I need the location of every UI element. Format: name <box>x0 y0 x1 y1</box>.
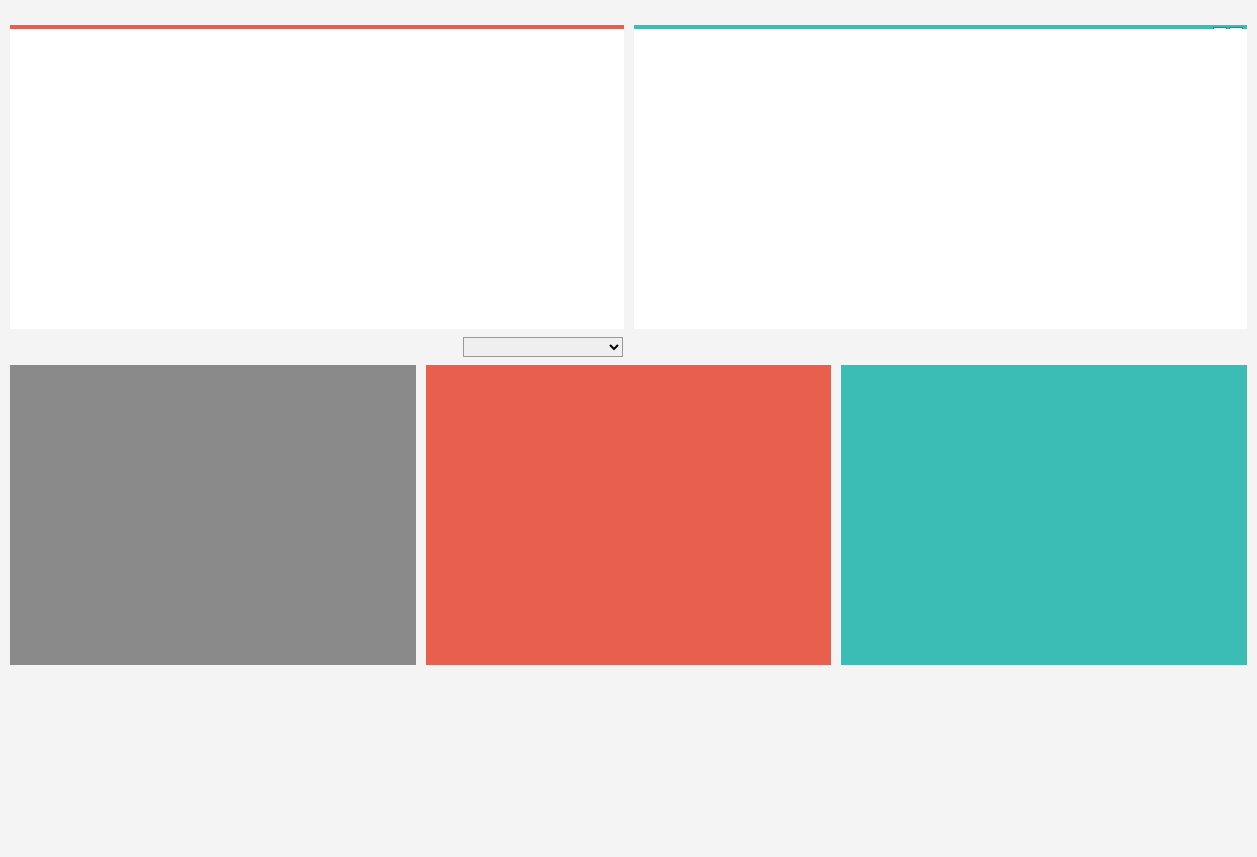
rev-emp-salary-chart[interactable] <box>10 365 416 665</box>
rev-by-employee-salary-panel <box>10 365 416 669</box>
accidents-vs-pay-panel <box>10 25 624 329</box>
status-filter <box>10 335 208 339</box>
revenue-state-grid[interactable] <box>634 29 1248 329</box>
actual-rev-emp-chart[interactable] <box>426 365 832 665</box>
revenue-by-state-panel <box>634 25 1248 329</box>
revenue-metric-dropdown[interactable] <box>463 337 623 357</box>
job-location-filter <box>633 335 831 339</box>
planned-rev-chart[interactable] <box>841 365 1247 665</box>
equipment-filter <box>841 335 1039 339</box>
worker-type-filter <box>1049 335 1247 339</box>
actual-rev-by-employee-panel <box>426 365 832 669</box>
delay-filter <box>218 335 416 339</box>
planned-rev-quarter-panel <box>841 365 1247 669</box>
accidents-scatter[interactable] <box>10 29 624 329</box>
